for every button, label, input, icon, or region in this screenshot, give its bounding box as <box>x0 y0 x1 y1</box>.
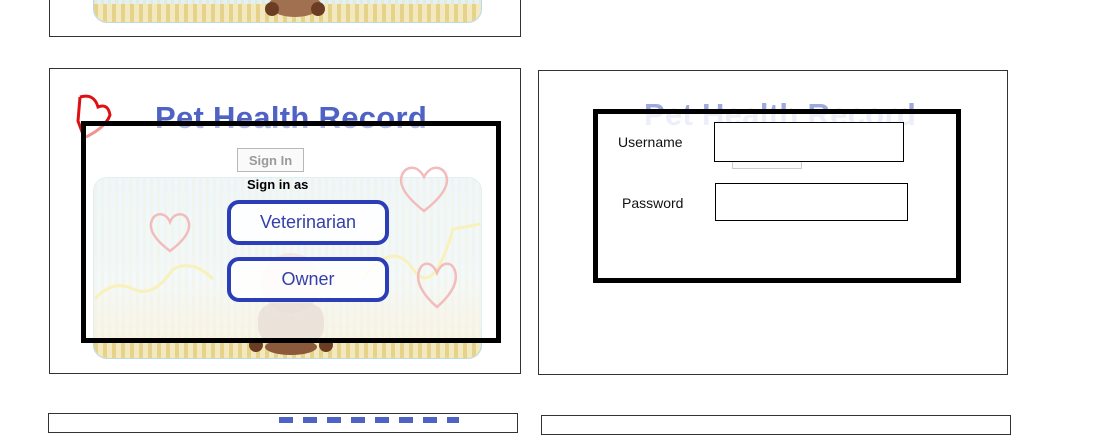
username-field[interactable] <box>714 122 904 162</box>
password-label: Password <box>622 195 684 211</box>
storyboard-frame-signin: Pet Health Record Sign In Sign in as Vet… <box>49 68 521 374</box>
username-label: Username <box>618 134 683 150</box>
storyboard-frame-login: Pet Health Record Username Password <box>538 70 1008 375</box>
sign-in-as-label: Sign in as <box>247 177 309 192</box>
cropped-title-fragment <box>279 417 459 423</box>
storyboard-frame-bottom-right <box>541 415 1011 435</box>
storyboard-frame-bottom-left <box>48 413 518 433</box>
owner-button[interactable]: Owner <box>227 257 389 302</box>
storyboard-frame-top <box>49 0 521 37</box>
password-field[interactable] <box>715 183 908 221</box>
veterinarian-button[interactable]: Veterinarian <box>227 200 389 245</box>
dog-doodle-icon <box>265 0 325 17</box>
sign-in-button[interactable]: Sign In <box>237 148 304 172</box>
